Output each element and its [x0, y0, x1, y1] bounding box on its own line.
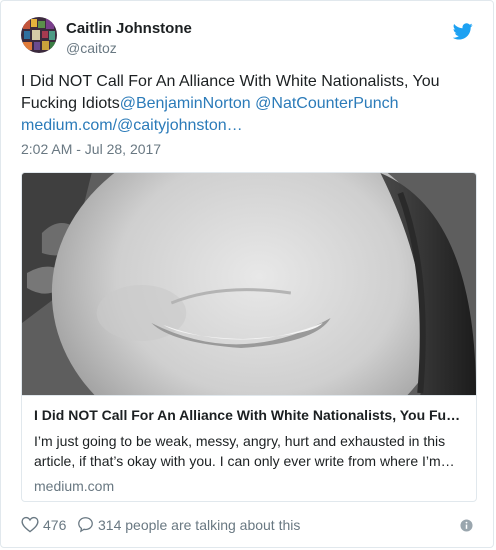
mention-benjaminnorton[interactable]: @BenjaminNorton: [120, 95, 251, 112]
like-count[interactable]: 476: [43, 517, 66, 533]
user-names: Caitlin Johnstone @caitoz: [66, 19, 192, 57]
card-body: I Did NOT Call For An Alliance With Whit…: [22, 395, 476, 501]
talking-count[interactable]: 314 people are talking about this: [98, 517, 300, 533]
tweet-footer: 476 314 people are talking about this: [21, 515, 473, 537]
tweet-text-line2: Fucking Idiots: [21, 95, 120, 112]
tweet-text: I Did NOT Call For An Alliance With Whit…: [21, 71, 475, 137]
reply-bubble-icon[interactable]: [77, 516, 94, 533]
card-image: [22, 173, 476, 395]
embedded-tweet: Caitlin Johnstone @caitoz I Did NOT Call…: [0, 0, 494, 548]
card-description: I’m just going to be weak, messy, angry,…: [34, 433, 455, 469]
avatar[interactable]: [21, 17, 57, 53]
tweet-text-line1: I Did NOT Call For An Alliance With Whit…: [21, 73, 440, 90]
link-card[interactable]: I Did NOT Call For An Alliance With Whit…: [21, 172, 477, 502]
tweet-link[interactable]: medium.com/@caityjohnston…: [21, 117, 243, 134]
tweet-header: Caitlin Johnstone @caitoz: [21, 17, 473, 57]
info-icon[interactable]: [460, 519, 473, 532]
twitter-bird-icon[interactable]: [453, 23, 473, 40]
display-name[interactable]: Caitlin Johnstone: [66, 19, 192, 38]
user-handle[interactable]: @caitoz: [66, 39, 192, 57]
heart-icon[interactable]: [21, 516, 39, 533]
card-domain: medium.com: [34, 478, 115, 494]
tweet-timestamp[interactable]: 2:02 AM - Jul 28, 2017: [21, 141, 161, 157]
card-title: I Did NOT Call For An Alliance With Whit…: [34, 407, 461, 423]
mention-natcounterpunch[interactable]: @NatCounterPunch: [255, 95, 398, 112]
